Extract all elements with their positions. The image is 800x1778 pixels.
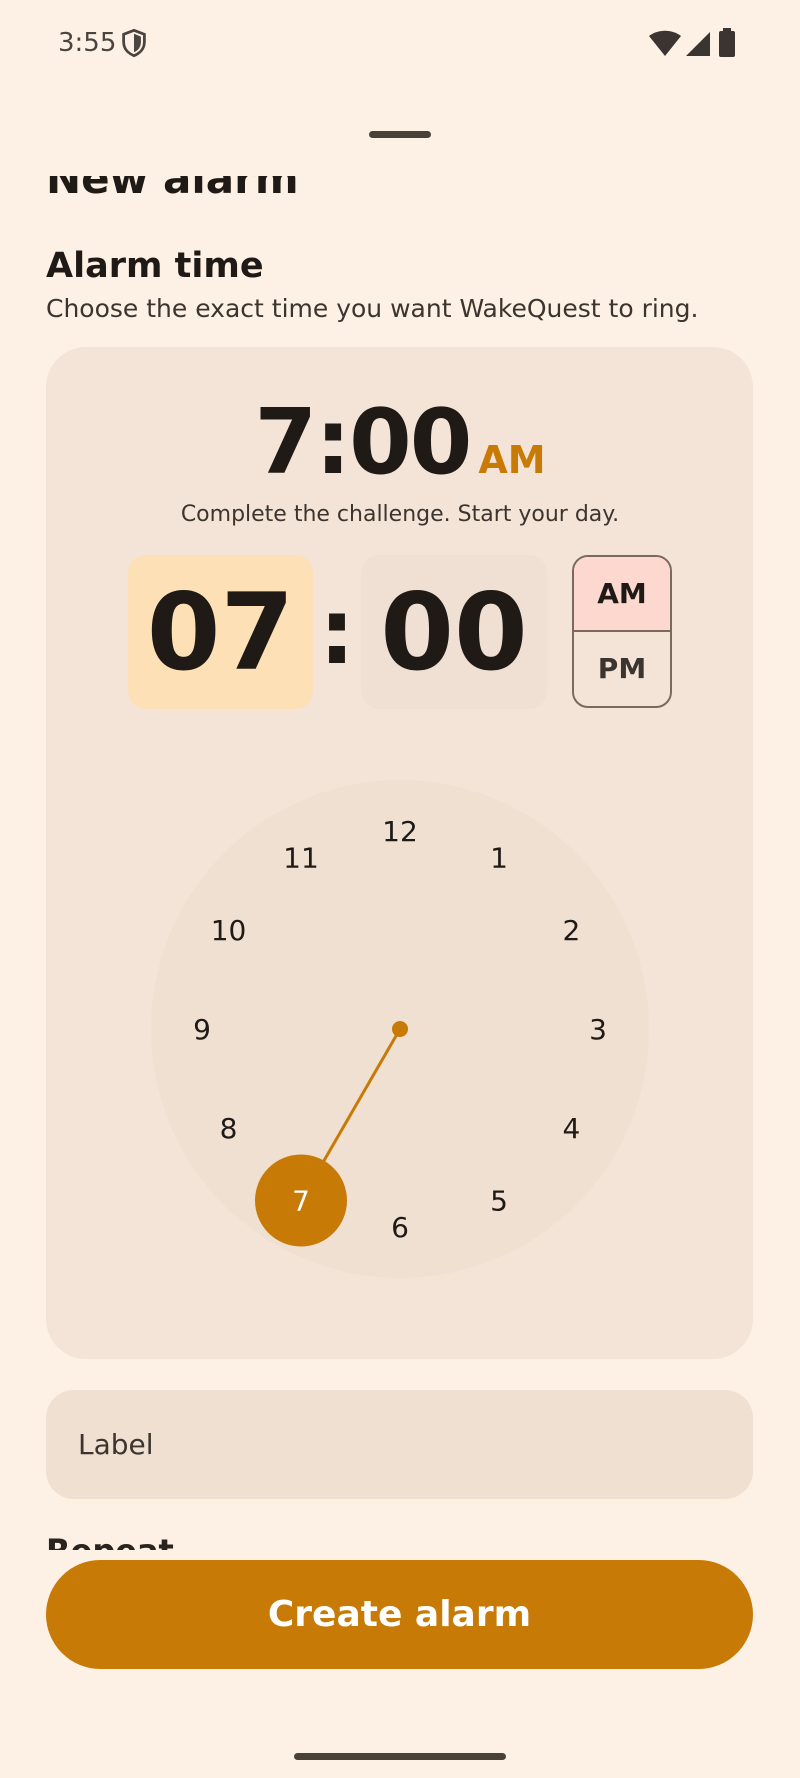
clock-number-9[interactable]: 9 (193, 1013, 211, 1046)
sheet-title-container: New alarm (46, 176, 746, 206)
tagline: Complete the challenge. Start your day. (180, 502, 620, 527)
minute-selector[interactable]: 00 (361, 555, 547, 709)
clock-number-4[interactable]: 4 (563, 1112, 581, 1145)
repeat-heading: Repeat (46, 1532, 174, 1550)
clock-number-8[interactable]: 8 (220, 1112, 238, 1145)
clock-center (392, 1021, 408, 1037)
clock-number-10[interactable]: 10 (211, 914, 247, 947)
ampm-toggle: AM PM (572, 555, 672, 708)
drag-handle[interactable] (369, 131, 431, 138)
time-display-ampm: AM (478, 438, 546, 482)
section-title: Alarm time (46, 246, 264, 286)
pm-option[interactable]: PM (574, 632, 670, 707)
time-display-value: 7:00 (254, 390, 472, 495)
cell-signal-icon (686, 32, 710, 56)
time-display: 7:00 AM (0, 390, 800, 495)
clock-number-3[interactable]: 3 (589, 1013, 607, 1046)
clock-number-11[interactable]: 11 (283, 842, 319, 875)
am-option[interactable]: AM (574, 557, 670, 632)
status-time: 3:55 (58, 28, 117, 58)
create-alarm-button[interactable]: Create alarm (46, 1560, 753, 1669)
clock-number-1[interactable]: 1 (490, 842, 508, 875)
clock-number-12[interactable]: 12 (382, 815, 418, 848)
home-indicator[interactable] (294, 1753, 506, 1760)
clock-number-5[interactable]: 5 (490, 1184, 508, 1217)
section-subtitle: Choose the exact time you want WakeQuest… (46, 294, 699, 323)
clock-number-7[interactable]: 7 (292, 1184, 310, 1217)
label-input[interactable]: Label (46, 1390, 753, 1499)
status-icons (648, 28, 744, 60)
repeat-heading-container: Repeat (46, 1530, 346, 1550)
clock-number-2[interactable]: 2 (563, 914, 581, 947)
clock-number-6[interactable]: 6 (391, 1211, 409, 1244)
clock-dial[interactable]: 121234567891011 (151, 780, 649, 1278)
wifi-icon (649, 30, 681, 56)
shield-icon (122, 28, 146, 58)
sheet-title: New alarm (46, 176, 299, 203)
battery-icon (719, 28, 735, 57)
hour-selector[interactable]: 07 (128, 555, 313, 709)
time-separator: : (319, 579, 355, 685)
